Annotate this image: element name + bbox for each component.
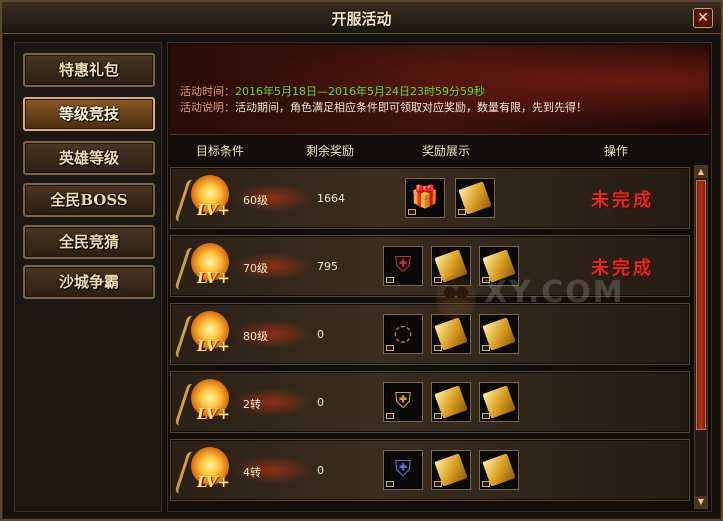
gold-scroll-icon[interactable]	[431, 382, 471, 422]
table-row: LV+ 60级 1664 🎁 未完成	[170, 167, 690, 229]
sidebar-item-castle-war[interactable]: 沙城争霸	[23, 265, 155, 299]
scrollbar[interactable]: ▲ ▼	[694, 165, 708, 509]
header-remaining: 剩余奖励	[306, 144, 355, 158]
row-remaining: 0	[317, 328, 324, 341]
window-title: 开服活动	[331, 10, 392, 28]
level-badge-icon: LV+	[174, 239, 245, 293]
desc-value: 活动期间，角色满足相应条件即可领取对应奖励，数量有限，先到先得！	[235, 101, 587, 114]
desc-label: 活动说明：	[180, 101, 235, 114]
activity-desc-line: 活动说明：活动期间，角色满足相应条件即可领取对应奖励，数量有限，先到先得！	[180, 99, 587, 115]
armor-icon[interactable]: ⛨	[383, 246, 423, 286]
gold-scroll-icon[interactable]	[431, 314, 471, 354]
activity-time-line: 活动时间：2016年5月18日—2016年5月24日23时59分59秒	[180, 83, 485, 99]
main-panel: 活动时间：2016年5月18日—2016年5月24日23时59分59秒 活动说明…	[167, 42, 712, 512]
row-remaining: 0	[317, 464, 324, 477]
armor-icon[interactable]: ⛨	[383, 382, 423, 422]
level-badge-icon: LV+	[174, 375, 245, 429]
time-label: 活动时间：	[180, 85, 235, 98]
sidebar-item-level-competition[interactable]: 等级竞技	[23, 97, 155, 131]
row-target: 4转	[243, 466, 261, 479]
armor-icon[interactable]: ⛨	[383, 450, 423, 490]
gold-scroll-icon[interactable]	[431, 450, 471, 490]
time-value: 2016年5月18日—2016年5月24日23时59分59秒	[235, 85, 485, 98]
level-badge-icon: LV+	[174, 307, 245, 361]
scroll-down-icon[interactable]: ▼	[695, 496, 707, 508]
gift-box-icon[interactable]: 🎁	[405, 178, 445, 218]
header-rewards: 奖励展示	[422, 144, 471, 158]
sidebar-item-guessing[interactable]: 全民竞猜	[23, 225, 155, 259]
status-badge: 未完成	[591, 190, 654, 211]
owl-watermark-icon	[436, 275, 476, 319]
table-header: 目标条件 剩余奖励 奖励展示 操作	[170, 139, 709, 161]
gold-ticket-icon[interactable]	[479, 450, 519, 490]
row-target: 2转	[243, 398, 261, 411]
gold-ticket-icon[interactable]	[455, 178, 495, 218]
table-row: LV+ 4转 0 ⛨	[170, 439, 690, 501]
gold-ticket-icon[interactable]	[479, 314, 519, 354]
sidebar-item-special-gift[interactable]: 特惠礼包	[23, 53, 155, 87]
activity-banner: 活动时间：2016年5月18日—2016年5月24日23时59分59秒 活动说明…	[170, 45, 709, 135]
row-target: 80级	[243, 330, 268, 343]
row-remaining: 795	[317, 260, 338, 273]
row-target: 70级	[243, 262, 268, 275]
header-target: 目标条件	[196, 144, 245, 158]
sidebar-item-hero-level[interactable]: 英雄等级	[23, 141, 155, 175]
sidebar-item-world-boss[interactable]: 全民BOSS	[23, 183, 155, 217]
table-row: LV+ 2转 0 ⛨	[170, 371, 690, 433]
gold-ticket-icon[interactable]	[479, 382, 519, 422]
title-bar[interactable]: 开服活动 ✕	[2, 2, 721, 34]
scroll-up-icon[interactable]: ▲	[695, 166, 707, 178]
scroll-thumb[interactable]	[696, 180, 706, 430]
level-badge-icon: LV+	[174, 171, 245, 225]
sidebar: 特惠礼包 等级竞技 英雄等级 全民BOSS 全民竞猜 沙城争霸	[14, 42, 162, 512]
row-remaining: 1664	[317, 192, 345, 205]
row-target: 60级	[243, 194, 268, 207]
level-badge-icon: LV+	[174, 443, 245, 497]
watermark: XY.COM	[484, 275, 625, 310]
row-remaining: 0	[317, 396, 324, 409]
event-window: 开服活动 ✕ 特惠礼包 等级竞技 英雄等级 全民BOSS 全民竞猜 沙城争霸 活…	[0, 0, 723, 521]
ring-icon[interactable]: ◌	[383, 314, 423, 354]
table-row: LV+ 80级 0 ◌	[170, 303, 690, 365]
close-button[interactable]: ✕	[693, 8, 713, 28]
header-action: 操作	[604, 144, 629, 158]
